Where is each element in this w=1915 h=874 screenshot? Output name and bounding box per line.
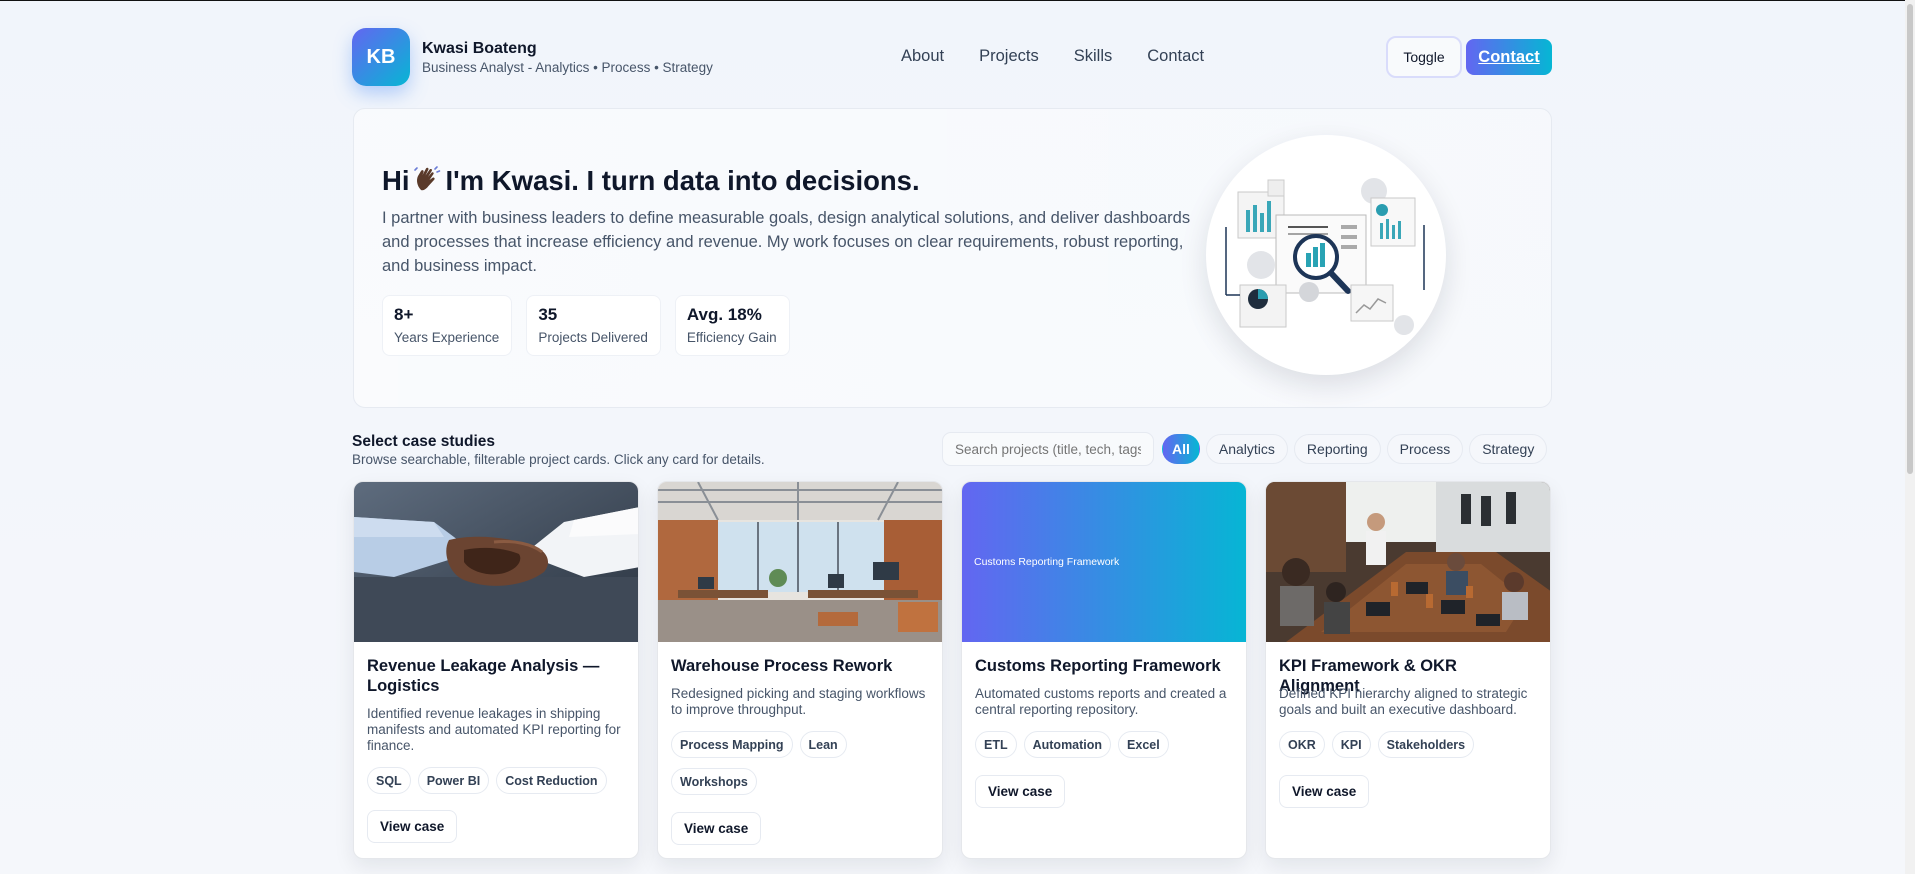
card-description: Defined KPI hierarchy aligned to strateg…: [1279, 686, 1528, 717]
scrollbar-thumb[interactable]: [1907, 4, 1913, 474]
card-description: Automated customs reports and created a …: [975, 686, 1227, 717]
nav-contact[interactable]: Contact: [1147, 47, 1204, 66]
filter-analytics[interactable]: Analytics: [1205, 434, 1288, 464]
filter-chips: All Analytics Reporting Process Strategy: [1162, 434, 1553, 464]
stat-card: Avg. 18% Efficiency Gain: [674, 295, 790, 356]
tag: Excel: [1118, 731, 1169, 758]
nav-projects[interactable]: Projects: [979, 47, 1039, 66]
theme-toggle-button[interactable]: Toggle: [1386, 36, 1462, 78]
project-card[interactable]: Warehouse Process Rework Redesigned pick…: [657, 481, 943, 859]
contact-button[interactable]: Contact: [1466, 39, 1552, 75]
card-image-meeting: [1266, 482, 1550, 642]
scrollbar[interactable]: [1905, 0, 1915, 874]
project-search-input[interactable]: [942, 432, 1154, 466]
tag: SQL: [367, 767, 411, 794]
waving-hand-icon: [413, 166, 440, 191]
site-tagline: Business Analyst - Analytics • Process •…: [422, 60, 713, 75]
view-case-button[interactable]: View case: [367, 810, 458, 843]
office-photo-graphic: [658, 482, 942, 642]
card-image-handshake: [354, 482, 638, 642]
card-description: Identified revenue leakages in shipping …: [367, 706, 621, 753]
card-image-gradient: Customs Reporting Framework: [962, 482, 1246, 642]
main-nav: About Projects Skills Contact: [901, 47, 1239, 66]
view-case-button[interactable]: View case: [671, 812, 762, 845]
card-tags: ETL Automation Excel: [975, 731, 1237, 768]
card-tags: Process Mapping Lean Workshops: [671, 731, 933, 805]
stat-value: Avg. 18%: [686, 305, 762, 324]
project-card[interactable]: Revenue Leakage Analysis — Logistics Ide…: [353, 481, 639, 859]
nav-skills[interactable]: Skills: [1074, 47, 1113, 66]
card-title: Customs Reporting Framework: [975, 657, 1221, 675]
card-tags: OKR KPI Stakeholders: [1279, 731, 1541, 768]
project-cards: Revenue Leakage Analysis — Logistics Ide…: [353, 481, 1551, 859]
tag: Automation: [1023, 731, 1112, 758]
handshake-photo-graphic: [354, 482, 638, 642]
filter-all[interactable]: All: [1162, 434, 1200, 464]
tag: KPI: [1331, 731, 1371, 758]
site-header: KB Kwasi Boateng Business Analyst - Anal…: [352, 28, 1552, 86]
tag: Workshops: [671, 768, 757, 795]
hero-greeting-rest: I'm Kwasi. I turn data into decisions.: [445, 165, 920, 196]
hero-greeting-hi: Hi: [382, 165, 410, 196]
hero-stats: 8+ Years Experience 35 Projects Delivere…: [382, 295, 804, 356]
case-studies-subtitle: Browse searchable, filterable project ca…: [352, 452, 765, 467]
tag: Power BI: [417, 767, 490, 794]
tag: OKR: [1279, 731, 1325, 758]
project-card[interactable]: Customs Reporting Framework Customs Repo…: [961, 481, 1247, 859]
case-studies-title: Select case studies: [352, 433, 496, 450]
hero-section: Hi I'm Kwasi. I turn data into decisions…: [353, 108, 1552, 408]
card-tags: SQL Power BI Cost Reduction: [367, 767, 629, 804]
stat-label: Years Experience: [394, 330, 500, 345]
card-description: Redesigned picking and staging workflows…: [671, 686, 926, 717]
meeting-photo-graphic: [1266, 482, 1550, 642]
analytics-illustration: [1206, 135, 1446, 375]
tag: Stakeholders: [1377, 731, 1475, 758]
card-image-caption: Customs Reporting Framework: [974, 556, 1120, 568]
stat-label: Efficiency Gain: [686, 330, 777, 345]
filter-strategy[interactable]: Strategy: [1469, 434, 1548, 464]
logo-badge[interactable]: KB: [352, 28, 410, 86]
card-title: Revenue Leakage Analysis — Logistics: [367, 657, 600, 695]
stat-value: 35: [538, 305, 558, 324]
project-card[interactable]: KPI Framework & OKR Alignment Defined KP…: [1265, 481, 1551, 859]
analytics-illustration-graphic: [1225, 178, 1425, 335]
site-owner-name: Kwasi Boateng: [422, 40, 537, 57]
tag: Lean: [799, 731, 847, 758]
stat-card: 35 Projects Delivered: [526, 295, 661, 356]
window-top-border: [0, 0, 1915, 1]
stat-card: 8+ Years Experience: [382, 295, 513, 356]
tag: Process Mapping: [671, 731, 793, 758]
card-image-office: [658, 482, 942, 642]
tag: Cost Reduction: [496, 767, 607, 794]
filter-reporting[interactable]: Reporting: [1293, 434, 1381, 464]
stat-value: 8+: [394, 305, 414, 324]
stat-label: Projects Delivered: [538, 330, 648, 345]
nav-about[interactable]: About: [901, 47, 944, 66]
hero-heading: Hi I'm Kwasi. I turn data into decisions…: [382, 164, 920, 197]
hero-description: I partner with business leaders to defin…: [382, 209, 1191, 275]
filter-process[interactable]: Process: [1386, 434, 1464, 464]
view-case-button[interactable]: View case: [975, 775, 1066, 808]
tag: ETL: [975, 731, 1017, 758]
card-gradient-banner: Customs Reporting Framework: [962, 482, 1246, 642]
card-title: Warehouse Process Rework: [671, 657, 893, 675]
view-case-button[interactable]: View case: [1279, 775, 1370, 808]
